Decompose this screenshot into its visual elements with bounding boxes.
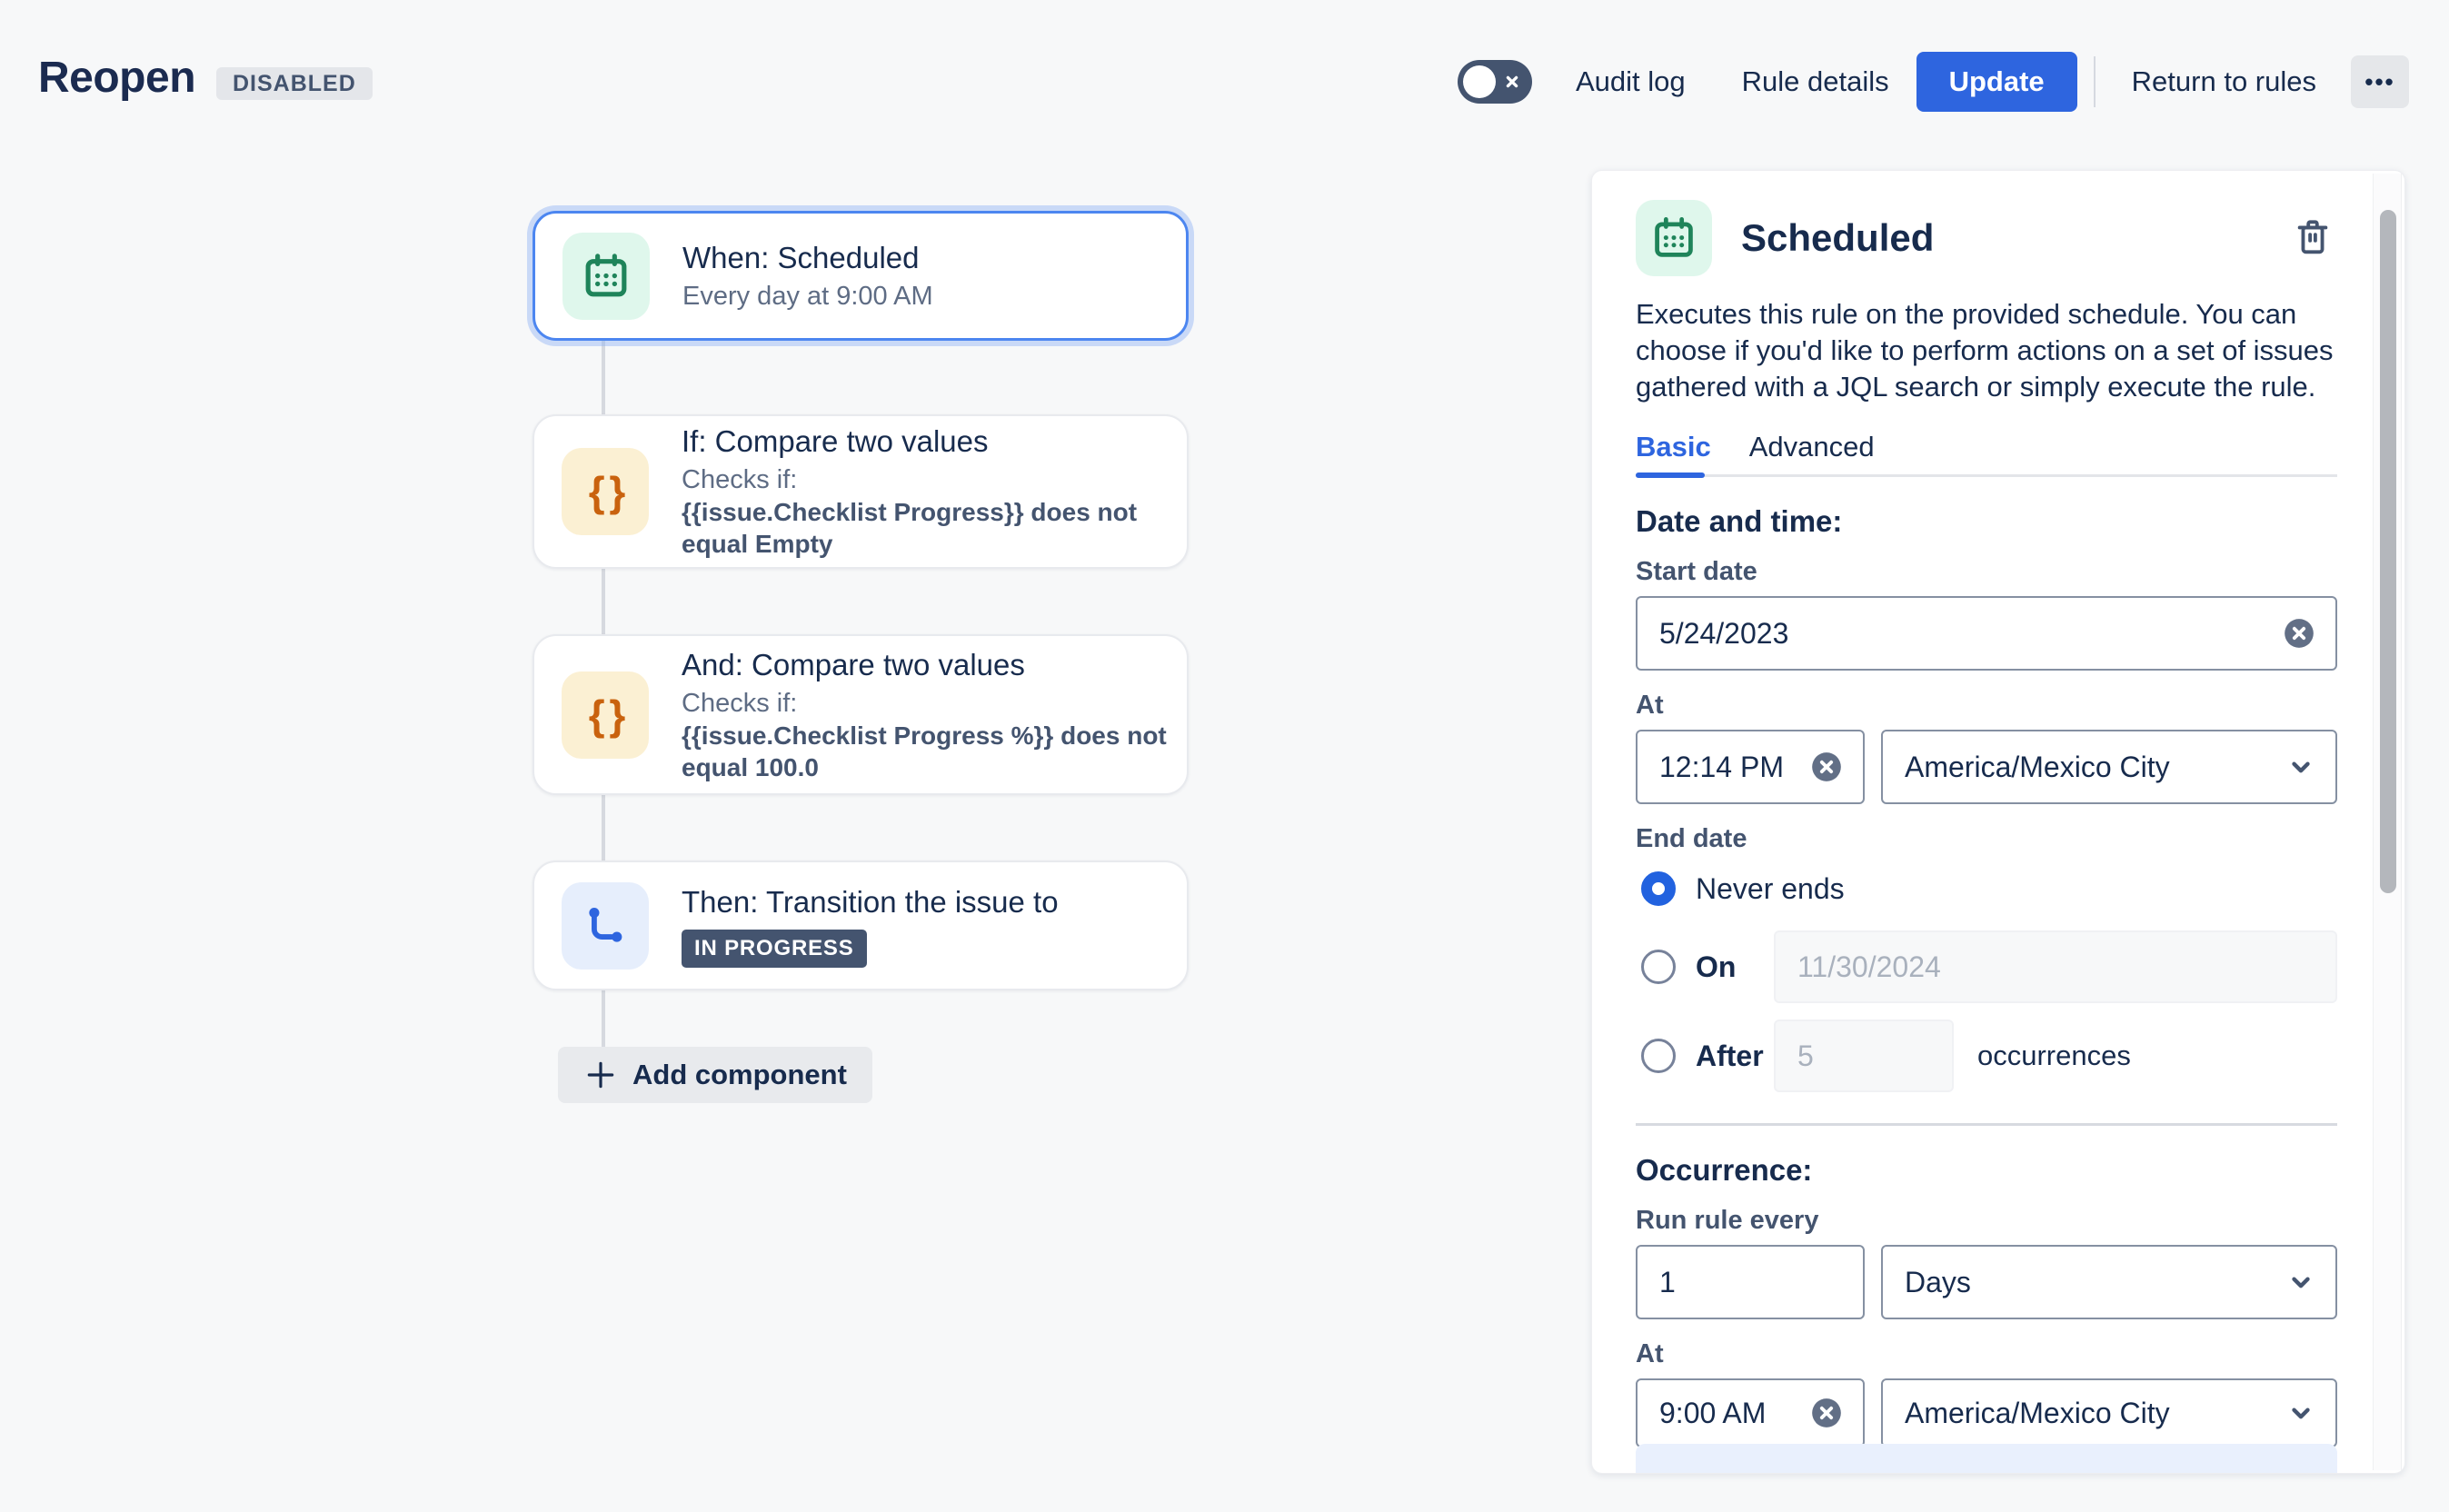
active-tab-indicator xyxy=(1636,472,1705,478)
chevron-down-icon xyxy=(2283,1264,2319,1300)
card-title: And: Compare two values xyxy=(682,647,1187,683)
run-time-field xyxy=(1636,1378,1865,1447)
rule-details-link[interactable]: Rule details xyxy=(1742,65,1889,98)
panel-scrollbar-thumb[interactable] xyxy=(2380,210,2396,893)
toggle-off-x-icon xyxy=(1502,72,1522,92)
card-subtitle: Every day at 9:00 AM xyxy=(682,280,933,313)
chevron-down-icon xyxy=(2283,749,2319,785)
timezone-select[interactable]: America/Mexico City xyxy=(1881,730,2337,804)
add-component-button[interactable]: Add component xyxy=(558,1047,872,1103)
never-ends-radio[interactable] xyxy=(1641,871,1676,906)
run-rule-every-label: Run rule every xyxy=(1636,1206,2337,1236)
interval-field xyxy=(1636,1245,1865,1319)
start-date-input[interactable] xyxy=(1659,617,2281,651)
clear-x-icon xyxy=(2281,615,2317,652)
clear-x-icon xyxy=(1808,749,1845,785)
card-title: When: Scheduled xyxy=(682,240,933,276)
panel-tabs: Basic Advanced xyxy=(1636,431,2337,477)
clear-start-date-button[interactable] xyxy=(2281,615,2317,652)
interval-input[interactable] xyxy=(1659,1266,1845,1299)
clear-run-time-button[interactable] xyxy=(1808,1395,1845,1431)
end-on-date-input[interactable] xyxy=(1774,930,2337,1003)
clear-x-icon xyxy=(1808,1395,1845,1431)
calendar-icon xyxy=(562,233,650,320)
action-card-transition[interactable]: Then: Transition the issue to IN PROGRES… xyxy=(533,860,1189,990)
update-button[interactable]: Update xyxy=(1916,52,2077,112)
section-divider xyxy=(1636,1123,2337,1126)
toggle-knob xyxy=(1463,65,1496,98)
trash-icon xyxy=(2292,216,2334,258)
card-title: If: Compare two values xyxy=(682,423,1187,460)
component-detail-panel: Scheduled Executes this rule on the prov… xyxy=(1591,170,2405,1474)
end-after-label: After xyxy=(1696,1040,1774,1073)
rule-enabled-toggle[interactable] xyxy=(1458,60,1532,104)
panel-scrollbar-track xyxy=(2373,174,2402,1470)
trigger-card-scheduled[interactable]: When: Scheduled Every day at 9:00 AM xyxy=(533,211,1189,341)
connector-line xyxy=(602,795,605,860)
audit-log-link[interactable]: Audit log xyxy=(1576,65,1686,98)
end-on-label: On xyxy=(1696,950,1774,984)
chevron-down-icon xyxy=(2283,1395,2319,1431)
run-timezone-value: America/Mexico City xyxy=(1905,1397,2170,1430)
interval-unit-value: Days xyxy=(1905,1266,1971,1299)
more-options-button[interactable]: ••• xyxy=(2351,55,2409,108)
card-title: Then: Transition the issue to xyxy=(682,884,1059,920)
never-ends-label: Never ends xyxy=(1696,872,1845,906)
transition-status-badge: IN PROGRESS xyxy=(682,930,867,968)
page-title: Reopen xyxy=(38,53,195,103)
end-after-radio[interactable] xyxy=(1641,1039,1676,1073)
delete-component-button[interactable] xyxy=(2288,213,2337,264)
occurrences-label: occurrences xyxy=(1977,1040,2131,1072)
occurrence-count-input[interactable] xyxy=(1774,1020,1954,1092)
card-condition: {{issue.Checklist Progress %}} does not … xyxy=(682,720,1187,783)
run-timezone-select[interactable]: America/Mexico City xyxy=(1881,1378,2337,1447)
connector-line xyxy=(602,569,605,634)
info-banner-partial xyxy=(1636,1444,2337,1473)
plus-icon xyxy=(583,1058,618,1092)
tab-basic[interactable]: Basic xyxy=(1636,431,1711,463)
return-to-rules-link[interactable]: Return to rules xyxy=(2132,65,2316,98)
panel-description: Executes this rule on the provided sched… xyxy=(1636,296,2337,405)
interval-unit-select[interactable]: Days xyxy=(1881,1245,2337,1319)
at-label: At xyxy=(1636,691,2337,721)
card-condition: {{issue.Checklist Progress}} does not eq… xyxy=(682,496,1187,560)
status-badge: DISABLED xyxy=(216,67,373,100)
end-on-radio[interactable] xyxy=(1641,950,1676,984)
timezone-value: America/Mexico City xyxy=(1905,751,2170,784)
occurrence-heading: Occurrence: xyxy=(1636,1153,2337,1188)
start-date-field xyxy=(1636,596,2337,671)
date-time-heading: Date and time: xyxy=(1636,504,2337,539)
header-divider xyxy=(2094,56,2096,107)
condition-card-and[interactable]: { } And: Compare two values Checks if: {… xyxy=(533,634,1189,795)
clear-time-button[interactable] xyxy=(1808,749,1845,785)
connector-line xyxy=(602,990,605,1049)
time-input[interactable] xyxy=(1659,751,1808,784)
calendar-icon xyxy=(1636,200,1712,276)
workflow-icon xyxy=(562,882,649,970)
connector-line xyxy=(602,341,605,414)
condition-card-if[interactable]: { } If: Compare two values Checks if: {{… xyxy=(533,414,1189,569)
panel-title: Scheduled xyxy=(1741,216,1934,260)
card-checks-label: Checks if: xyxy=(682,687,1187,720)
card-checks-label: Checks if: xyxy=(682,463,1187,496)
start-date-label: Start date xyxy=(1636,557,2337,587)
end-date-label: End date xyxy=(1636,824,2337,854)
header-actions: Audit log Rule details Update Return to … xyxy=(1458,51,2409,113)
add-component-label: Add component xyxy=(632,1059,847,1091)
tab-advanced[interactable]: Advanced xyxy=(1749,431,1875,463)
braces-icon: { } xyxy=(562,448,649,535)
time-field xyxy=(1636,730,1865,804)
run-time-input[interactable] xyxy=(1659,1397,1808,1430)
ellipsis-icon: ••• xyxy=(2364,68,2394,96)
braces-icon: { } xyxy=(562,671,649,759)
run-at-label: At xyxy=(1636,1339,2337,1369)
